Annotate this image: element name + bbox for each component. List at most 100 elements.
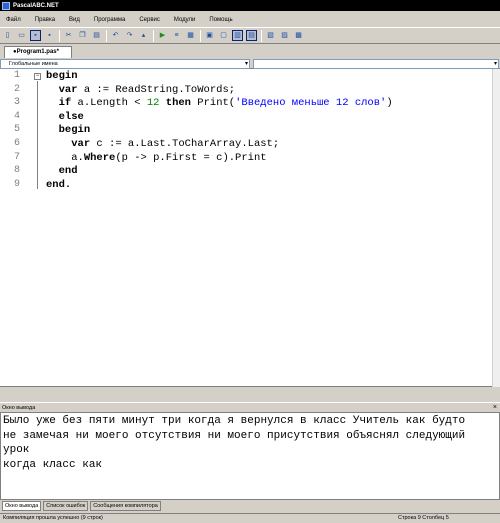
toolbar-separator xyxy=(261,29,262,42)
code-token: (p -> p.First = c).Print xyxy=(115,151,267,164)
editor-tabs: ●Program1.pas* xyxy=(0,44,500,58)
chevron-down-icon[interactable]: ▾ xyxy=(245,60,248,68)
window-title: PascalABC.NET xyxy=(13,2,59,9)
toolbar: ▯ ▭ ▪ ▪ ✂ ❐ ▤ ↶ ↷ ▴ ▶ ≡ ▦ ▣ ▢ ▥ ▤ ▧ ▨ ▩ xyxy=(0,27,500,44)
panel-icon[interactable]: ▥ xyxy=(232,30,243,41)
code-token: a.Length < xyxy=(71,97,147,110)
members-combo[interactable]: ▾ xyxy=(253,59,499,69)
line-number: 1 xyxy=(13,70,20,81)
line-number: 7 xyxy=(13,151,20,163)
code-token: Where xyxy=(83,151,116,164)
line-number-gutter: 1 2 34 5 6 7 89 xyxy=(0,69,32,387)
line-number: 9 xyxy=(13,178,20,190)
output-line: когда класс как xyxy=(3,458,103,471)
menu-service[interactable]: Сервис xyxy=(139,17,160,23)
redo-icon[interactable]: ↷ xyxy=(124,30,135,41)
output-line: не замечая ни моего отсутствия ни моего … xyxy=(3,429,466,442)
code-token: var xyxy=(58,83,78,96)
output-line: урок xyxy=(3,444,30,456)
cut-icon[interactable]: ✂ xyxy=(63,30,74,41)
menu-modules[interactable]: Модули xyxy=(174,17,196,23)
code-token: a := ReadString.ToWords; xyxy=(77,83,236,96)
output-window[interactable]: Было уже без пяти минут три когда я верн… xyxy=(0,412,500,500)
options-icon[interactable]: ▩ xyxy=(293,30,304,41)
code-token: a. xyxy=(46,151,84,164)
line-number: 5 xyxy=(13,124,20,136)
chevron-down-icon[interactable]: ▾ xyxy=(494,60,497,68)
step-icon[interactable]: ≡ xyxy=(171,30,182,41)
code-line[interactable]: end xyxy=(46,165,78,177)
save-icon[interactable]: ▪ xyxy=(30,30,41,41)
code-line[interactable]: a.Where(p -> p.First = c).Print xyxy=(46,151,267,164)
bookmark-icon[interactable]: ▴ xyxy=(138,30,149,41)
global-names-value: Глобальные имена xyxy=(9,61,58,67)
global-names-combo[interactable]: Глобальные имена ▾ xyxy=(0,59,250,69)
code-token: Print( xyxy=(190,97,236,110)
new-file-icon[interactable]: ▯ xyxy=(2,30,13,41)
line-number: 4 xyxy=(13,110,20,122)
paste-icon[interactable]: ▤ xyxy=(91,30,102,41)
output-window-icon[interactable]: ▢ xyxy=(218,30,229,41)
debug-icon[interactable]: ▦ xyxy=(185,30,196,41)
output-line: Было уже без пяти минут три когда я верн… xyxy=(3,415,466,427)
menu-program[interactable]: Программа xyxy=(94,17,125,23)
menu-view[interactable]: Вид xyxy=(69,17,80,23)
line-number: 3 xyxy=(13,97,20,109)
code-token: ) xyxy=(386,97,393,110)
menu-file[interactable]: Файл xyxy=(6,17,21,23)
code-token: if xyxy=(58,97,72,110)
code-token: var xyxy=(71,138,91,150)
tab-compiler-messages[interactable]: Сообщения компилятора xyxy=(90,500,161,511)
code-token: end xyxy=(58,165,78,178)
menu-help[interactable]: Помощь xyxy=(209,17,232,23)
menu-edit[interactable]: Правка xyxy=(35,17,55,23)
copy-icon[interactable]: ❐ xyxy=(77,30,88,41)
line-number: 8 xyxy=(13,165,20,177)
code-token: begin xyxy=(58,124,91,137)
code-line[interactable]: end. xyxy=(46,179,71,191)
code-line[interactable]: else xyxy=(46,111,84,123)
run-icon[interactable]: ▶ xyxy=(157,30,168,41)
title-bar: PascalABC.NET xyxy=(0,0,500,11)
bottom-tabs: Окно вывода Список ошибок Сообщения комп… xyxy=(0,500,500,511)
navigation-row: Глобальные имена ▾ ▾ xyxy=(0,58,500,69)
toolbar-separator xyxy=(200,29,201,42)
compile-icon[interactable]: ▤ xyxy=(246,30,257,41)
line-number: 6 xyxy=(13,138,20,149)
code-token: begin xyxy=(46,70,78,82)
status-message: Компиляция прошла успешно (9 строк) xyxy=(3,515,103,521)
debug-output-icon[interactable]: ▨ xyxy=(279,30,290,41)
fold-guide xyxy=(37,81,38,189)
tab-error-list[interactable]: Список ошибок xyxy=(43,500,89,511)
toolbar-separator xyxy=(106,29,107,42)
code-line[interactable]: if a.Length < 12 then Print('Введено мен… xyxy=(46,97,393,109)
code-editor[interactable]: 123456789 − begin var a := ReadString.To… xyxy=(0,69,500,387)
save-all-icon[interactable]: ▪ xyxy=(44,30,55,41)
toolbar-separator xyxy=(59,29,60,42)
open-folder-icon[interactable]: ▭ xyxy=(16,30,27,41)
form-icon[interactable]: ▣ xyxy=(204,30,215,41)
undo-icon[interactable]: ↶ xyxy=(110,30,121,41)
code-token: 'Введено меньше 12 слов' xyxy=(235,97,387,110)
line-number: 2 xyxy=(13,83,20,95)
toolbar-separator xyxy=(153,29,154,42)
code-line[interactable]: var c := a.Last.ToCharArray.Last; xyxy=(46,138,279,150)
fold-toggle-icon[interactable]: − xyxy=(34,73,41,80)
output-panel-header: Окно вывода × xyxy=(0,402,500,412)
output-panel-title: Окно вывода xyxy=(2,405,36,411)
tab-program1[interactable]: ●Program1.pas* xyxy=(4,46,72,58)
code-token: 12 xyxy=(146,97,160,110)
status-bar: Компиляция прошла успешно (9 строк) Стро… xyxy=(0,513,500,523)
code-line[interactable]: begin xyxy=(46,70,78,82)
vertical-scrollbar[interactable] xyxy=(492,69,500,387)
cursor-position: Строка 9 Столбец 5 xyxy=(398,515,449,521)
code-line[interactable]: begin xyxy=(46,124,91,137)
code-line[interactable]: var a := ReadString.ToWords; xyxy=(46,84,235,96)
document-icon[interactable]: ▧ xyxy=(265,30,276,41)
tab-output-window[interactable]: Окно вывода xyxy=(2,500,42,511)
code-token: end. xyxy=(46,178,72,191)
